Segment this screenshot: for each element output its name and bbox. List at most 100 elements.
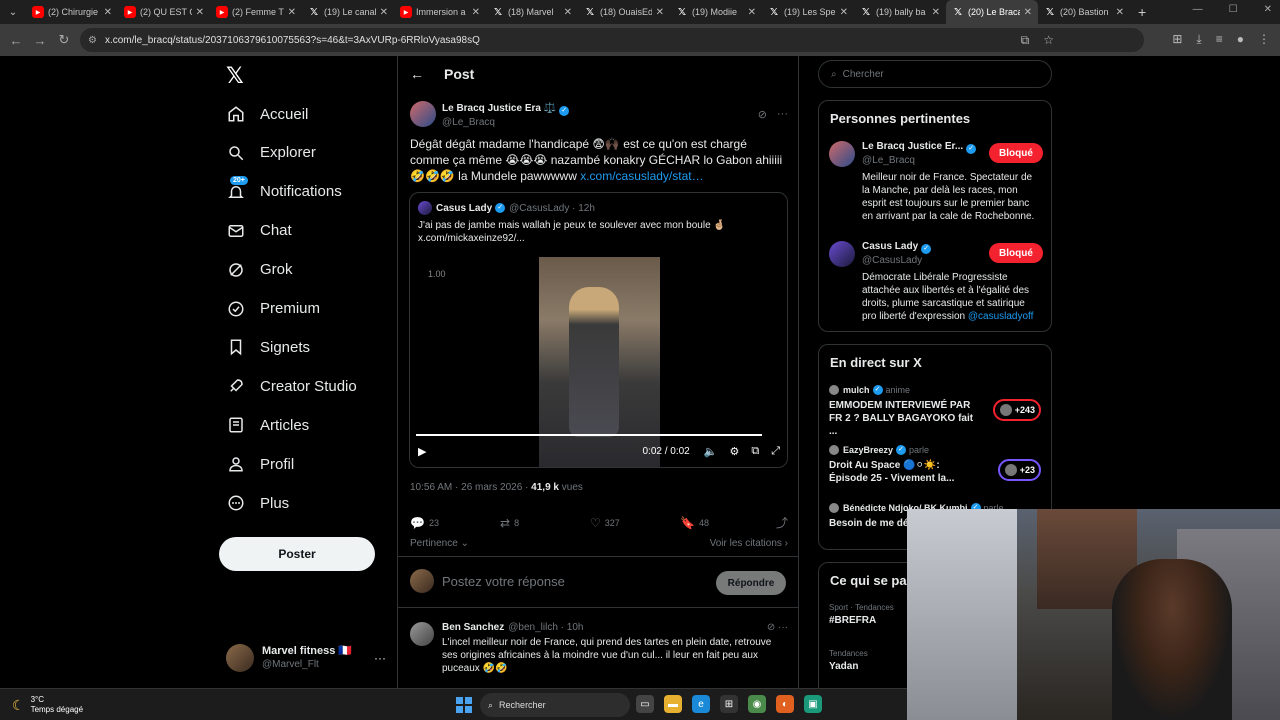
live-space[interactable]: mulch ✓ anime EMMODEM INTERVIEWÉ PAR FR 2 … bbox=[829, 385, 1041, 438]
grok-icon[interactable]: ⊘ bbox=[758, 108, 767, 121]
browser-tab[interactable]: 𝕏 (20) Le Braca ✕ bbox=[946, 0, 1038, 24]
share-button[interactable]: ⤴ bbox=[776, 514, 788, 531]
close-tab-icon[interactable]: ✕ bbox=[196, 7, 204, 18]
nav-item-plus[interactable]: Plus bbox=[226, 488, 289, 518]
reply-author-name[interactable]: Ben Sanchez bbox=[442, 622, 504, 633]
browser-tab[interactable]: 𝕏 (18) Marvel ✕ bbox=[486, 0, 578, 24]
avatar[interactable] bbox=[829, 241, 855, 267]
nav-item-accueil[interactable]: Accueil bbox=[226, 99, 308, 129]
video-progress-bar[interactable] bbox=[416, 434, 762, 436]
nav-item-grok[interactable]: Grok bbox=[226, 255, 293, 285]
browser-tab[interactable]: 𝕏 (19) Le canal ✕ bbox=[302, 0, 394, 24]
fullscreen-icon[interactable]: ⤢ bbox=[771, 445, 780, 458]
volume-icon[interactable]: 🔈 bbox=[704, 445, 718, 458]
windows-start-icon[interactable] bbox=[456, 697, 472, 713]
nav-item-chat[interactable]: Chat bbox=[226, 216, 292, 246]
close-tab-icon[interactable]: ✕ bbox=[564, 7, 572, 18]
browser-tab[interactable]: 𝕏 (18) OuaisEd ✕ bbox=[578, 0, 670, 24]
search-input[interactable]: ⌕ Chercher bbox=[818, 60, 1052, 88]
live-listeners-pill[interactable]: +243 bbox=[992, 399, 1041, 421]
reply-input[interactable]: Postez votre réponse bbox=[442, 574, 565, 589]
close-tab-icon[interactable]: ✕ bbox=[104, 7, 112, 18]
post-button[interactable]: Poster bbox=[219, 537, 375, 571]
repost-button[interactable]: ⇄ 8 bbox=[500, 516, 590, 530]
nav-item-premium[interactable]: Premium bbox=[226, 294, 320, 324]
browser-tab[interactable]: 𝕏 (19) bally ba ✕ bbox=[854, 0, 946, 24]
profile-icon[interactable]: ● bbox=[1237, 32, 1244, 47]
app-icon[interactable]: ▣ bbox=[804, 695, 822, 713]
close-tab-icon[interactable]: ✕ bbox=[840, 7, 848, 18]
live-space[interactable]: EazyBreezy ✓ parle Droit Au Space 🔵⚪☀️: Ép… bbox=[829, 445, 1041, 485]
address-bar[interactable]: ⚙ x.com/le_bracq/status/2037106379610075… bbox=[80, 28, 1144, 52]
nav-item-profil[interactable]: Profil bbox=[226, 449, 294, 479]
avatar[interactable] bbox=[410, 622, 434, 646]
nav-item-explorer[interactable]: Explorer bbox=[226, 138, 316, 168]
browser-tab[interactable]: 𝕏 (20) Bastion ✕ bbox=[1038, 0, 1130, 24]
browser-menu-icon[interactable]: ⋮ bbox=[1258, 32, 1270, 47]
close-tab-icon[interactable]: ✕ bbox=[748, 7, 756, 18]
reload-icon[interactable]: ↻ bbox=[52, 32, 76, 48]
avatar[interactable] bbox=[410, 101, 436, 127]
download-icon[interactable]: ⤓ bbox=[1196, 32, 1201, 47]
play-icon[interactable]: ▶ bbox=[418, 445, 426, 458]
browser-tab[interactable]: 𝕏 (19) Les Spe ✕ bbox=[762, 0, 854, 24]
bookmark-star-icon[interactable]: ☆ bbox=[1043, 33, 1054, 48]
close-tab-icon[interactable]: ✕ bbox=[288, 7, 296, 18]
more-icon[interactable]: ⊘ ··· bbox=[767, 622, 788, 633]
minimize-icon[interactable]: — bbox=[1193, 4, 1203, 15]
browser-tab[interactable]: ▶ (2) Chirurgie ✕ bbox=[26, 0, 118, 24]
maximize-icon[interactable]: ☐ bbox=[1229, 4, 1238, 15]
browser-tab[interactable]: ▶ (2) Femme Tr ✕ bbox=[210, 0, 302, 24]
install-icon[interactable]: ⧉ bbox=[1021, 33, 1030, 48]
close-tab-icon[interactable]: ✕ bbox=[932, 7, 940, 18]
nav-item-signets[interactable]: Signets bbox=[226, 332, 310, 362]
tweet-timestamp[interactable]: 10:56 AM · 26 mars 2026 · bbox=[410, 482, 531, 493]
firefox-icon[interactable]: ◐ bbox=[776, 695, 794, 713]
weather-widget[interactable]: ☾ 3°C Temps dégagé bbox=[12, 695, 83, 715]
more-icon[interactable]: ··· bbox=[777, 108, 788, 121]
reply-submit-button[interactable]: Répondre bbox=[716, 571, 786, 595]
x-logo-icon[interactable]: 𝕏 bbox=[226, 64, 250, 88]
author-handle[interactable]: @Le_Bracq bbox=[442, 116, 569, 129]
file-explorer-icon[interactable]: ▬ bbox=[664, 695, 682, 713]
bookmark-button[interactable]: 🔖 48 bbox=[680, 516, 770, 530]
blocked-button[interactable]: Bloqué bbox=[989, 143, 1043, 163]
extensions-icon[interactable]: ⊞ bbox=[1172, 32, 1182, 47]
close-tab-icon[interactable]: ✕ bbox=[380, 7, 388, 18]
like-button[interactable]: ♡ 327 bbox=[590, 516, 680, 530]
view-quotes-link[interactable]: Voir les citations › bbox=[710, 538, 788, 549]
back-icon[interactable]: ← bbox=[4, 33, 28, 48]
back-arrow-icon[interactable]: ← bbox=[410, 66, 424, 82]
blocked-button[interactable]: Bloqué bbox=[989, 243, 1043, 263]
nav-item-creator-studio[interactable]: Creator Studio bbox=[226, 371, 357, 401]
media-icon[interactable]: ≡ bbox=[1216, 32, 1223, 47]
trend-item[interactable]: Sport · Tendances #BREFRA bbox=[829, 603, 894, 626]
quoted-tweet[interactable]: Casus Lady ✓ @CasusLady · 12h J'ai pas de… bbox=[409, 192, 788, 468]
edge-icon[interactable]: e bbox=[692, 695, 710, 713]
trend-item[interactable]: Tendances Yadan bbox=[829, 649, 868, 672]
author-name[interactable]: Le Bracq Justice Era ⚖️ bbox=[442, 103, 556, 114]
tab-search-icon[interactable]: ⌄ bbox=[0, 0, 26, 24]
sort-dropdown[interactable]: Pertinence ⌄ bbox=[410, 538, 469, 549]
nav-item-notifications[interactable]: 20+ Notifications bbox=[226, 175, 342, 207]
new-tab-button[interactable]: + bbox=[1138, 4, 1146, 20]
avatar[interactable] bbox=[829, 141, 855, 167]
store-icon[interactable]: ⊞ bbox=[720, 695, 738, 713]
browser-tab[interactable]: ▶ (2) QU EST C ✕ bbox=[118, 0, 210, 24]
task-view-icon[interactable]: ▭ bbox=[636, 695, 654, 713]
video-player[interactable]: 1.00 ▶ 0:02 / 0:02 🔈 ⚙ ⧉ ⤢ bbox=[410, 249, 787, 467]
taskbar-search[interactable]: ⌕ Rechercher bbox=[480, 693, 630, 717]
live-listeners-pill[interactable]: +23 bbox=[997, 459, 1041, 481]
browser-tab[interactable]: 𝕏 (19) Modiie ✕ bbox=[670, 0, 762, 24]
close-tab-icon[interactable]: ✕ bbox=[1024, 7, 1032, 18]
tweet-link[interactable]: x.com/casuslady/stat… bbox=[580, 169, 703, 183]
settings-icon[interactable]: ⚙ bbox=[729, 445, 739, 458]
close-tab-icon[interactable]: ✕ bbox=[1116, 7, 1124, 18]
close-tab-icon[interactable]: ✕ bbox=[472, 7, 480, 18]
more-icon[interactable]: ··· bbox=[374, 651, 386, 665]
chrome-icon[interactable]: ◉ bbox=[748, 695, 766, 713]
forward-icon[interactable]: → bbox=[28, 33, 52, 48]
bio-link[interactable]: @casusladyoff bbox=[968, 311, 1034, 322]
pip-icon[interactable]: ⧉ bbox=[751, 445, 759, 458]
nav-item-articles[interactable]: Articles bbox=[226, 410, 309, 440]
